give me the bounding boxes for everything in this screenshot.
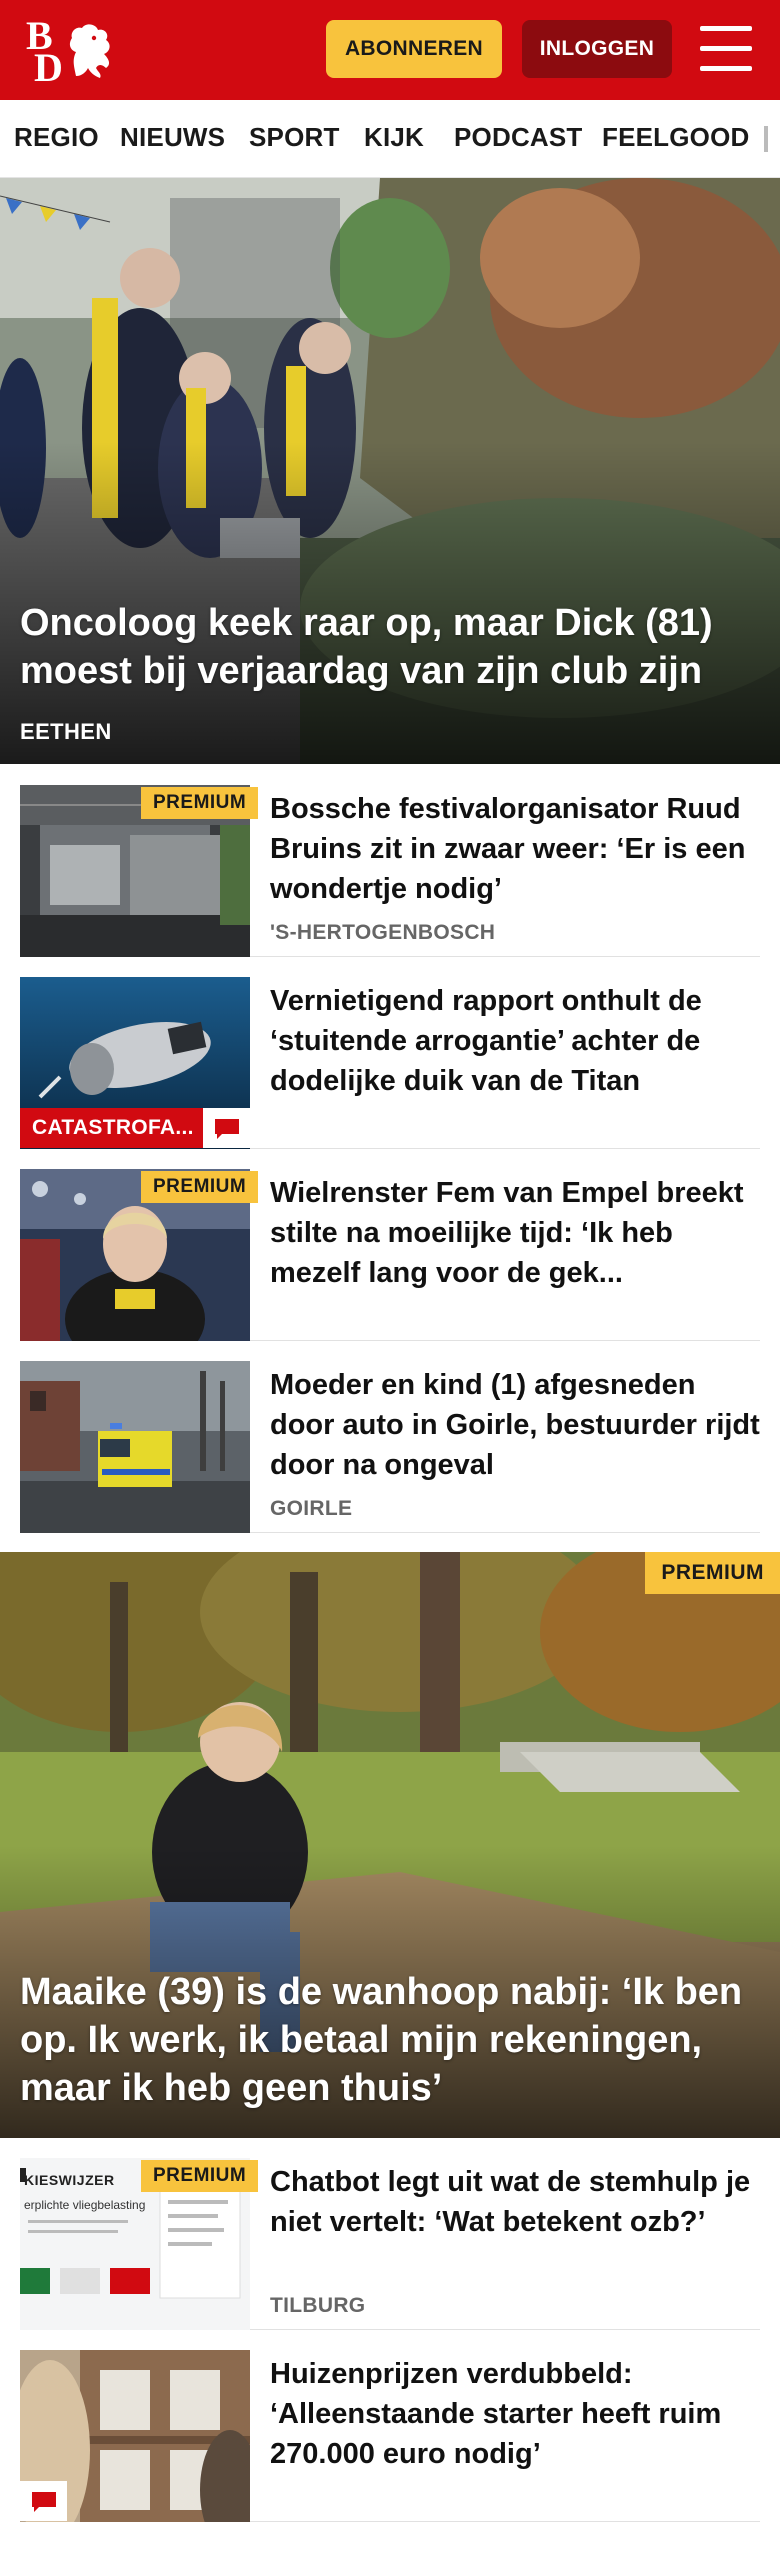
section-nav: REGIO NIEUWS SPORT KIJK PODCAST FEELGOOD — [0, 100, 780, 178]
thumbnail-text: KIESWIJZER — [24, 2172, 115, 2188]
feature-article[interactable]: PREMIUM Maaike (39) is de wanhoop nabij:… — [0, 1552, 780, 2138]
list-item[interactable]: CATASTROFA... Vernietigend rapport onthu… — [20, 977, 760, 1149]
article-title[interactable]: Vernietigend rapport onthult de ‘stuiten… — [270, 981, 760, 1101]
premium-badge: PREMIUM — [141, 2160, 259, 2192]
lion-icon — [69, 24, 110, 78]
premium-badge: PREMIUM — [645, 1552, 780, 1594]
article-title[interactable]: Chatbot legt uit wat de stemhulp je niet… — [270, 2162, 760, 2242]
comment-icon — [215, 1119, 239, 1139]
hero-article[interactable]: Oncoloog keek raar op, maar Dick (81) mo… — [0, 178, 780, 764]
nav-item-feelgood[interactable]: FEELGOOD — [602, 122, 750, 153]
top-bar: B D ABONNEREN INLOGGEN — [0, 0, 780, 100]
list-item[interactable]: Moeder en kind (1) afgesneden door auto … — [20, 1361, 760, 1533]
hero-title[interactable]: Oncoloog keek raar op, maar Dick (81) mo… — [20, 599, 765, 695]
hero-location-label: EETHEN — [20, 719, 112, 744]
article-title[interactable]: Wielrenster Fem van Empel breekt stilte … — [270, 1173, 760, 1293]
nav-item-nieuws[interactable]: NIEUWS — [120, 122, 225, 153]
nav-item-regio[interactable]: REGIO — [14, 122, 99, 153]
list-item[interactable]: PREMIUM Wielrenster Fem van Empel breekt… — [20, 1169, 760, 1341]
premium-badge: PREMIUM — [141, 1171, 259, 1203]
list-item[interactable]: KIESWIJZER erplichte vliegbelasting PREM… — [20, 2158, 760, 2330]
article-title[interactable]: Moeder en kind (1) afgesneden door auto … — [270, 1365, 760, 1485]
comment-indicator[interactable] — [20, 2481, 67, 2521]
feature-title[interactable]: Maaike (39) is de wanhoop nabij: ‘Ik ben… — [20, 1968, 765, 2112]
nav-item-podcast[interactable]: PODCAST — [454, 122, 583, 153]
login-button[interactable]: INLOGGEN — [522, 20, 672, 78]
article-thumbnail — [20, 1361, 250, 1533]
premium-badge: PREMIUM — [141, 787, 259, 819]
comment-icon — [32, 2492, 56, 2512]
subscribe-button[interactable]: ABONNEREN — [326, 20, 502, 78]
article-location-label: 'S-HERTOGENBOSCH — [270, 921, 496, 944]
nav-item-sport[interactable]: SPORT — [249, 122, 340, 153]
article-title[interactable]: Huizenprijzen verdubbeld: ‘Alleenstaande… — [270, 2354, 760, 2474]
category-badge: CATASTROFA... — [20, 1108, 203, 1148]
thumbnail-subtext: erplichte vliegbelasting — [24, 2198, 146, 2212]
nav-overflow-indicator — [764, 126, 768, 152]
article-location-label: TILBURG — [270, 2294, 366, 2317]
article-title[interactable]: Bossche festivalorganisator Ruud Bruins … — [270, 789, 760, 909]
list-item[interactable]: PREMIUM Bossche festivalorganisator Ruud… — [20, 785, 760, 957]
nav-item-kijk[interactable]: KIJK — [364, 122, 424, 153]
logo[interactable]: B D — [22, 14, 122, 88]
article-location-label: GOIRLE — [270, 1497, 353, 1520]
comment-indicator[interactable] — [203, 1108, 250, 1148]
list-item[interactable]: Huizenprijzen verdubbeld: ‘Alleenstaande… — [20, 2350, 760, 2522]
menu-icon[interactable] — [700, 26, 752, 72]
